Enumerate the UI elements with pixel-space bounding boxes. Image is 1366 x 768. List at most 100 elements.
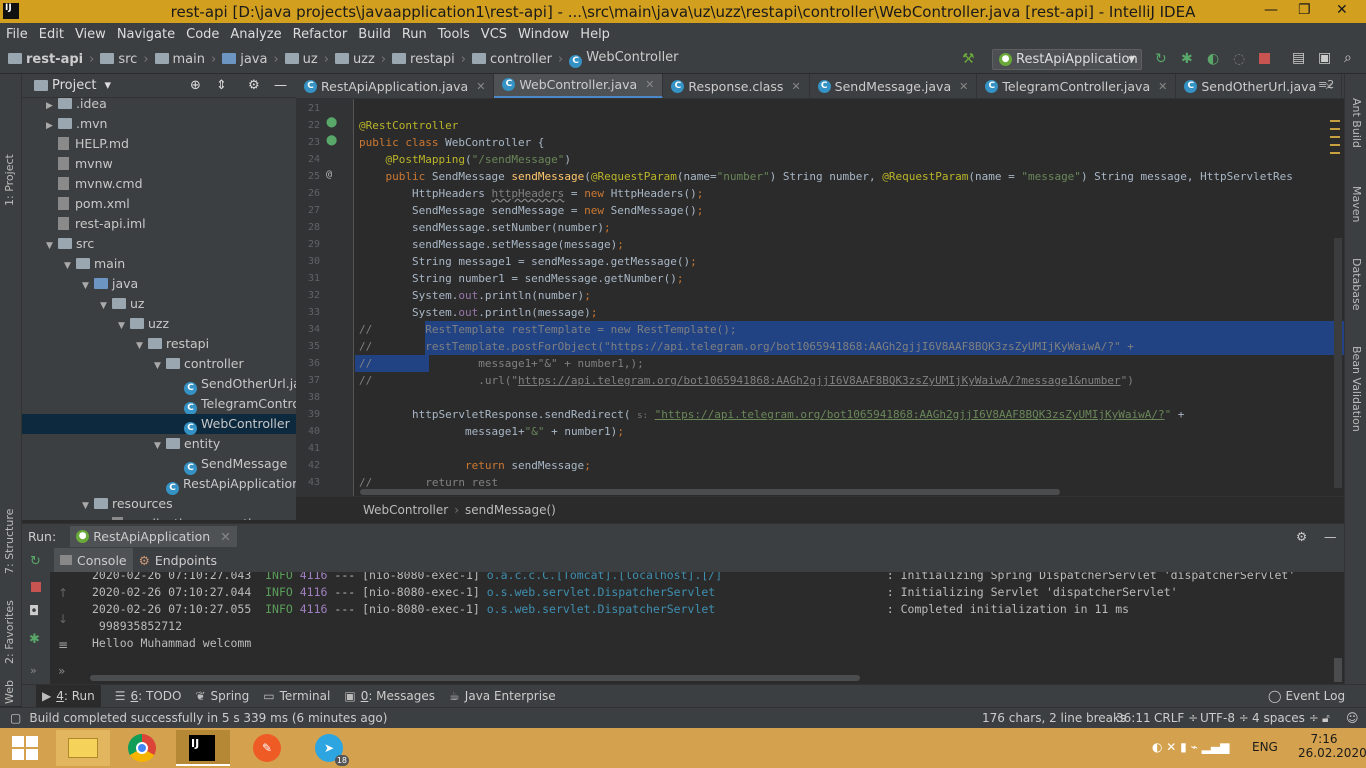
- line-number[interactable]: 29: [296, 236, 320, 253]
- line-number[interactable]: 33: [296, 304, 320, 321]
- tree-item[interactable]: ▼ main: [64, 254, 125, 274]
- close-icon[interactable]: ✕: [476, 80, 485, 93]
- tab-database[interactable]: Database: [1350, 258, 1363, 311]
- coverage-icon[interactable]: ◐: [1207, 51, 1219, 67]
- code-line[interactable]: sendMessage.setNumber(number);: [359, 219, 611, 236]
- code-line[interactable]: @RestController: [359, 117, 458, 134]
- layout-icon[interactable]: ▣: [1318, 50, 1331, 66]
- line-number[interactable]: 23: [296, 134, 320, 151]
- close-icon[interactable]: ✕: [959, 80, 968, 93]
- chevron-down-icon[interactable]: ▾: [104, 78, 111, 93]
- postman-icon[interactable]: ✎: [240, 730, 294, 766]
- menu-build[interactable]: Build: [358, 27, 391, 42]
- tree-item[interactable]: mvnw: [46, 154, 113, 174]
- run-configuration-select[interactable]: ● RestApiApplication ▾: [992, 49, 1142, 70]
- code-line[interactable]: HttpHeaders httpHeaders = new HttpHeader…: [359, 185, 703, 202]
- console-line[interactable]: 2020-02-26 07:10:27.055 INFO 4116 --- [n…: [92, 601, 1129, 618]
- tool-window-todo[interactable]: ☰ 6: TODO: [115, 689, 182, 703]
- line-number[interactable]: 38: [296, 389, 320, 406]
- editor-tab[interactable]: C SendMessage.java ✕: [810, 74, 978, 98]
- line-number[interactable]: 36: [296, 355, 320, 372]
- nav-crumb-src[interactable]: src: [100, 52, 137, 67]
- nav-crumb-webcontroller[interactable]: C WebController: [569, 50, 679, 68]
- line-number[interactable]: 22: [296, 117, 320, 134]
- tab-maven[interactable]: Maven: [1350, 186, 1363, 222]
- tree-item[interactable]: C WebController: [22, 414, 296, 435]
- console-line[interactable]: 2020-02-26 07:10:27.044 INFO 4116 --- [n…: [92, 584, 1178, 601]
- project-structure-icon[interactable]: ▤: [1292, 50, 1305, 66]
- line-number[interactable]: 30: [296, 253, 320, 270]
- nav-crumb-java[interactable]: java: [222, 52, 267, 67]
- editor-tab[interactable]: C TelegramController.java ✕: [977, 74, 1177, 98]
- rerun-icon[interactable]: ↻: [1155, 51, 1167, 67]
- tab-favorites[interactable]: 2: Favorites: [3, 600, 16, 664]
- menu-edit[interactable]: Edit: [39, 27, 64, 42]
- tool-window-javaenterprise[interactable]: ☕ Java Enterprise: [449, 689, 556, 703]
- camera-icon[interactable]: ◘: [29, 604, 39, 619]
- menu-navigate[interactable]: Navigate: [117, 27, 175, 42]
- event-log-button[interactable]: ◯ Event Log: [1268, 689, 1345, 703]
- chevron-down-icon[interactable]: ▼: [100, 296, 112, 316]
- code-line[interactable]: // message1+"&" + number1,);: [359, 355, 644, 372]
- tray-icons[interactable]: ◐ ✕ ▮ ⌁ ▂▄▆: [1152, 740, 1229, 754]
- console-output[interactable]: 2020-02-26 07:10:27.043 INFO 4116 --- [n…: [80, 572, 1334, 684]
- locate-icon[interactable]: ⊕: [190, 78, 201, 93]
- tool-window-messages[interactable]: ▣ 0: Messages: [344, 689, 435, 703]
- line-number[interactable]: 40: [296, 423, 320, 440]
- line-number[interactable]: 32: [296, 287, 320, 304]
- line-separator[interactable]: CRLF ÷: [1154, 711, 1198, 725]
- breadcrumb-class[interactable]: WebController: [363, 503, 448, 517]
- editor-tab[interactable]: C WebController.java ✕: [494, 74, 664, 98]
- menu-window[interactable]: Window: [518, 27, 569, 42]
- tab-endpoints[interactable]: ⚙ Endpoints: [133, 548, 223, 572]
- nav-crumb-main[interactable]: main: [154, 52, 205, 67]
- code-line[interactable]: @PostMapping("/sendMessage"): [359, 151, 571, 168]
- close-icon[interactable]: ✕: [791, 80, 800, 93]
- line-number[interactable]: 37: [296, 372, 320, 389]
- close-icon[interactable]: ✕: [645, 78, 654, 91]
- file-explorer-icon[interactable]: [56, 730, 110, 766]
- search-everywhere-icon[interactable]: ⌕: [1344, 50, 1352, 66]
- chevron-down-icon[interactable]: ▼: [82, 496, 94, 516]
- console-vertical-scrollbar[interactable]: [1334, 658, 1342, 682]
- menu-view[interactable]: View: [75, 27, 106, 42]
- chevron-down-icon[interactable]: ▼: [154, 436, 166, 456]
- build-hammer-icon[interactable]: ⚒: [962, 51, 975, 67]
- soft-wrap-icon[interactable]: ≡: [58, 638, 68, 652]
- tree-item[interactable]: ▼ restapi: [136, 334, 209, 354]
- caret-position[interactable]: 36:11: [1116, 711, 1151, 725]
- tree-item[interactable]: CSendOtherUrl.java: [172, 374, 296, 395]
- telegram-icon[interactable]: ➤ 18: [302, 730, 356, 766]
- tabs-overflow[interactable]: ≡2: [1318, 78, 1334, 91]
- tool-window-run[interactable]: ▶ 4: Run: [36, 685, 101, 707]
- chevron-right-icon[interactable]: ▶: [46, 116, 58, 136]
- line-number[interactable]: 28: [296, 219, 320, 236]
- code-line[interactable]: // .url("https://api.telegram.org/bot106…: [359, 372, 1134, 389]
- editor-tab[interactable]: C Response.class ✕: [663, 74, 810, 98]
- tree-item[interactable]: HELP.md: [46, 134, 129, 154]
- tree-item[interactable]: C SendMessage: [172, 454, 287, 475]
- code-line[interactable]: public SendMessage sendMessage(@RequestP…: [359, 168, 1293, 185]
- tree-item[interactable]: rest-api.iml: [46, 214, 146, 234]
- menu-file[interactable]: File: [6, 27, 28, 42]
- restore-icon[interactable]: ❐: [1298, 2, 1311, 18]
- endpoint-icon[interactable]: @: [326, 169, 332, 180]
- file-encoding[interactable]: UTF-8 ÷: [1200, 711, 1249, 725]
- tree-item[interactable]: ▶ .mvn: [46, 114, 107, 134]
- bean-icon[interactable]: ⬤: [326, 135, 337, 146]
- code-line[interactable]: String message1 = sendMessage.getMessage…: [359, 253, 697, 270]
- tab-console[interactable]: Console: [54, 548, 133, 572]
- tool-window-terminal[interactable]: ▭ Terminal: [263, 689, 330, 703]
- tree-item[interactable]: ▼ src: [46, 234, 94, 254]
- tool-window-spring[interactable]: ❦ Spring: [195, 689, 249, 703]
- code-line[interactable]: httpServletResponse.sendRedirect( s: "ht…: [359, 406, 1184, 423]
- rerun-icon[interactable]: ↻: [30, 554, 41, 569]
- close-icon[interactable]: ✕: [220, 529, 230, 544]
- editor-tab[interactable]: mrest-api✕: [1342, 74, 1344, 98]
- chevron-down-icon[interactable]: ▼: [118, 316, 130, 336]
- chrome-icon[interactable]: [116, 730, 170, 766]
- line-number[interactable]: 26: [296, 185, 320, 202]
- intellij-taskbar-icon[interactable]: IJ: [176, 730, 230, 766]
- line-number[interactable]: 39: [296, 406, 320, 423]
- indent-setting[interactable]: 4 spaces ÷: [1252, 711, 1319, 725]
